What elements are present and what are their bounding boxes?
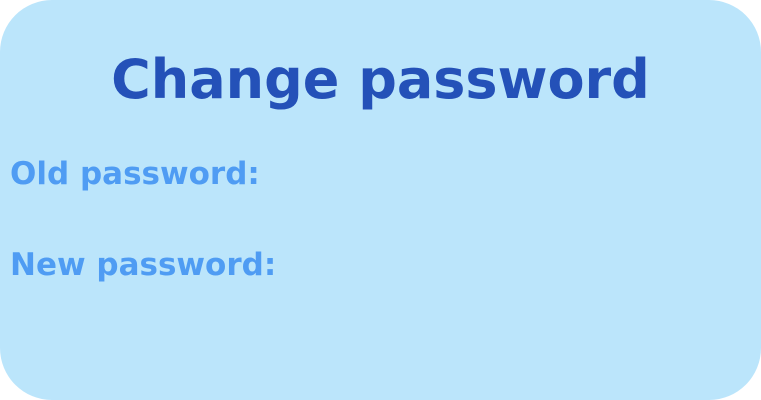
old-password-label: Old password:: [10, 156, 260, 192]
new-password-row: New password:: [10, 243, 750, 287]
new-password-input[interactable]: [290, 245, 750, 285]
dialog-title: Change password: [111, 48, 650, 111]
old-password-input[interactable]: [273, 154, 750, 194]
new-password-label: New password:: [10, 247, 277, 283]
change-password-dialog: Change password Old password: New passwo…: [0, 0, 761, 400]
old-password-row: Old password:: [10, 152, 750, 196]
